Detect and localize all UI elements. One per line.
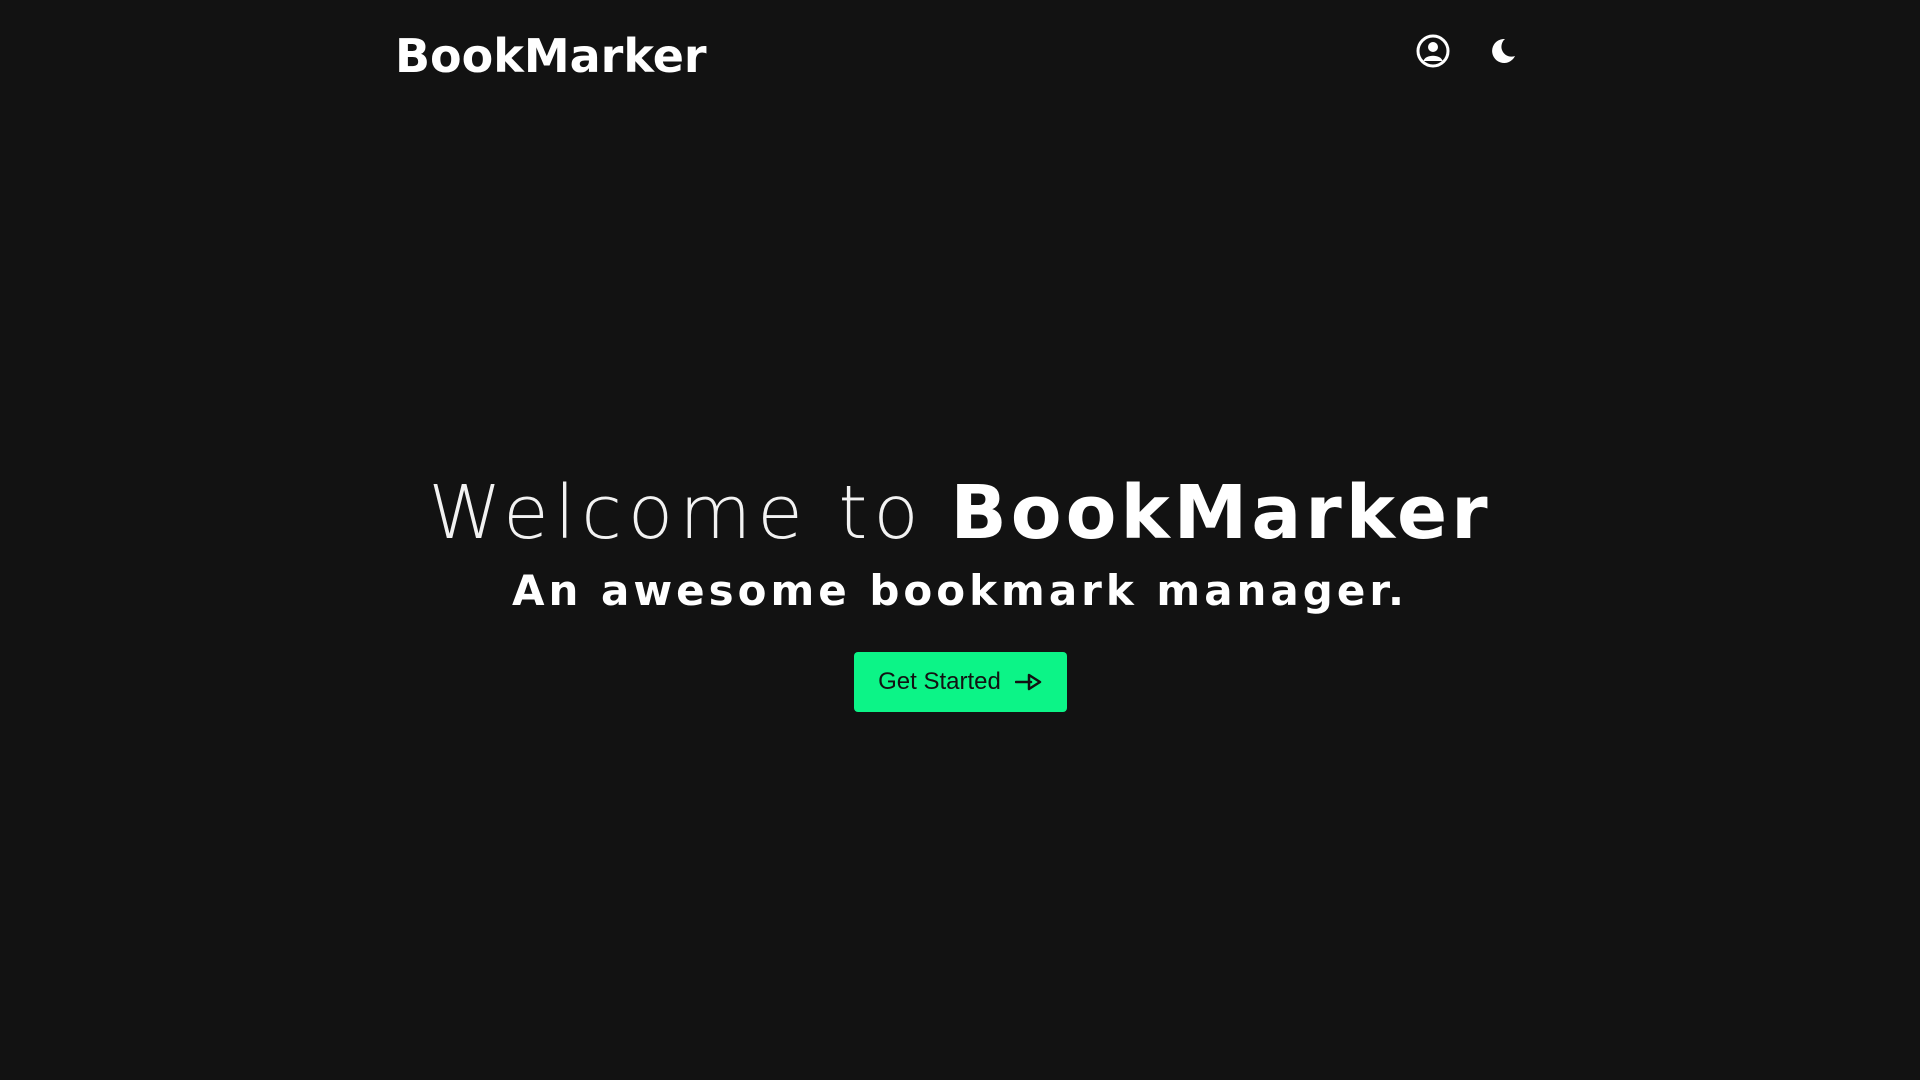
hero-title-brand: BookMarker [950, 470, 1492, 556]
get-started-label: Get Started [878, 668, 1001, 695]
hero-title: Welcome to BookMarker [0, 470, 1920, 556]
arrow-right-icon [1014, 672, 1043, 692]
theme-toggle-button[interactable] [1483, 31, 1523, 71]
moon-icon [1492, 38, 1515, 63]
hero-subtitle: An awesome bookmark manager. [511, 566, 1409, 615]
hero-section: Welcome to BookMarker An awesome bookmar… [0, 470, 1920, 616]
hero-title-prefix: Welcome to [428, 470, 925, 556]
user-account-button[interactable] [1413, 31, 1453, 71]
site-header: BookMarker [0, 0, 1920, 110]
logo[interactable]: BookMarker [395, 30, 707, 82]
get-started-button[interactable]: Get Started [854, 652, 1067, 712]
user-circle-icon [1416, 34, 1450, 68]
